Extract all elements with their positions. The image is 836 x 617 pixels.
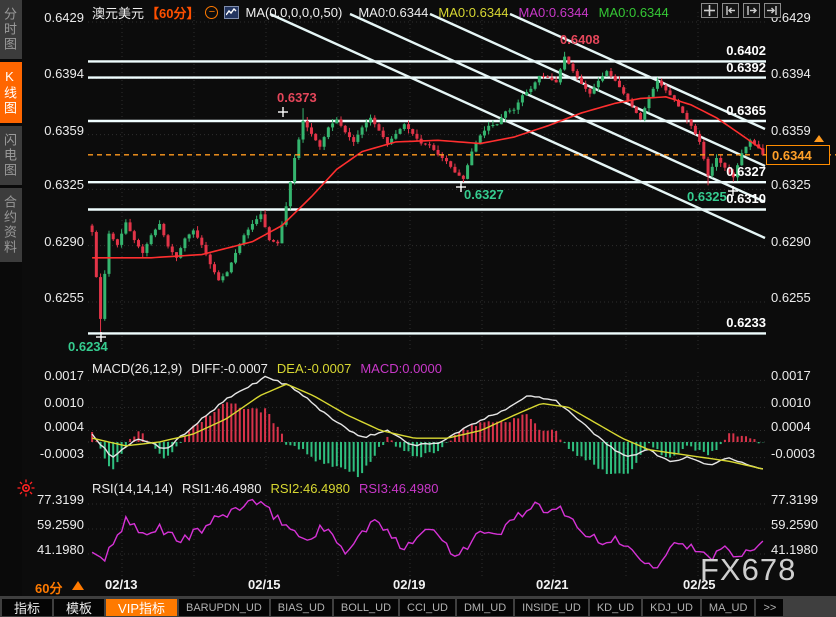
- alert-icon[interactable]: [17, 479, 35, 497]
- rsi-header: RSI(14,14,14) RSI1:46.4980 RSI2:46.4980 …: [92, 481, 438, 496]
- toolbar-button-3[interactable]: BARUPDN_UD: [179, 599, 269, 616]
- rsi2-value: RSI2:46.4980: [270, 481, 350, 496]
- scroll-right-icon[interactable]: [743, 3, 760, 18]
- period-label[interactable]: 【60分】: [146, 3, 199, 22]
- toolbar-button-0[interactable]: 指标: [2, 599, 52, 616]
- toolbar-button-11[interactable]: MA_UD: [702, 599, 755, 616]
- macd-macd-value: MACD:0.0000: [360, 361, 442, 376]
- indicator-toolbar: 指标模板VIP指标BARUPDN_UDBIAS_UDBOLL_UDCCI_UDD…: [0, 596, 836, 617]
- rsi3-value: RSI3:46.4980: [359, 481, 439, 496]
- toolbar-button-7[interactable]: DMI_UD: [457, 599, 513, 616]
- macd-diff-value: DIFF:-0.0007: [191, 361, 268, 376]
- chart-style-icon[interactable]: [224, 6, 239, 19]
- price-chart-canvas[interactable]: [0, 0, 836, 617]
- collapse-icon[interactable]: −: [205, 6, 218, 19]
- current-price-box: 0.6344: [766, 145, 830, 165]
- chart-header: 澳元美元 【60分】 − MA(0,0,0,0,0,50) MA0:0.6344…: [92, 3, 669, 21]
- macd-dea-value: DEA:-0.0007: [277, 361, 351, 376]
- toolbar-button-10[interactable]: KDJ_UD: [643, 599, 700, 616]
- symbol-title: 澳元美元: [92, 3, 144, 22]
- price-up-arrow-icon: [814, 135, 824, 142]
- sidebar-tab-1[interactable]: K线图: [0, 62, 22, 123]
- toolbar-button-4[interactable]: BIAS_UD: [271, 599, 332, 616]
- watermark: FX678: [700, 552, 796, 588]
- chart-type-sidebar: 分时图 K线图闪电图合约资料: [0, 0, 22, 617]
- ma-readout-3: MA0:0.6344: [599, 5, 669, 20]
- rsi1-value: RSI1:46.4980: [182, 481, 262, 496]
- chart-tool-icons: [701, 3, 781, 18]
- toolbar-button-2[interactable]: VIP指标: [106, 599, 177, 616]
- current-price-value: 0.6344: [772, 148, 812, 163]
- ma-readout-2: MA0:0.6344: [519, 5, 589, 20]
- sidebar-tab-2[interactable]: 闪电图: [0, 126, 22, 185]
- scroll-left-icon[interactable]: [722, 3, 739, 18]
- toolbar-button-6[interactable]: CCI_UD: [400, 599, 455, 616]
- toolbar-button-12[interactable]: >>: [756, 599, 783, 616]
- macd-title[interactable]: MACD(26,12,9): [92, 361, 182, 376]
- timeframe-label[interactable]: 60分: [35, 578, 62, 597]
- ma-readout-0: MA0:0.6344: [358, 5, 428, 20]
- timeframe-up-triangle-icon[interactable]: [72, 581, 84, 590]
- pan-icon[interactable]: [701, 3, 718, 18]
- trading-app-window: 0.64290.64290.63940.63940.63590.63590.63…: [0, 0, 836, 617]
- ma-readout-1: MA0:0.6344: [438, 5, 508, 20]
- jump-latest-icon[interactable]: [764, 3, 781, 18]
- rsi-title[interactable]: RSI(14,14,14): [92, 481, 173, 496]
- ma-readouts: MA0:0.6344 MA0:0.6344 MA0:0.6344 MA0:0.6344: [348, 5, 668, 20]
- ma-config-label: MA(0,0,0,0,0,50): [245, 5, 342, 20]
- alert-icon-glyph: [17, 479, 35, 497]
- toolbar-button-9[interactable]: KD_UD: [590, 599, 641, 616]
- sidebar-tab-3[interactable]: 合约资料: [0, 188, 22, 262]
- toolbar-button-8[interactable]: INSIDE_UD: [515, 599, 588, 616]
- sidebar-tab-0[interactable]: 分时图: [0, 0, 22, 59]
- macd-header: MACD(26,12,9) DIFF:-0.0007 DEA:-0.0007 M…: [92, 361, 442, 376]
- toolbar-button-1[interactable]: 模板: [54, 599, 104, 616]
- zigzag-glyph: [226, 8, 237, 17]
- toolbar-button-5[interactable]: BOLL_UD: [334, 599, 398, 616]
